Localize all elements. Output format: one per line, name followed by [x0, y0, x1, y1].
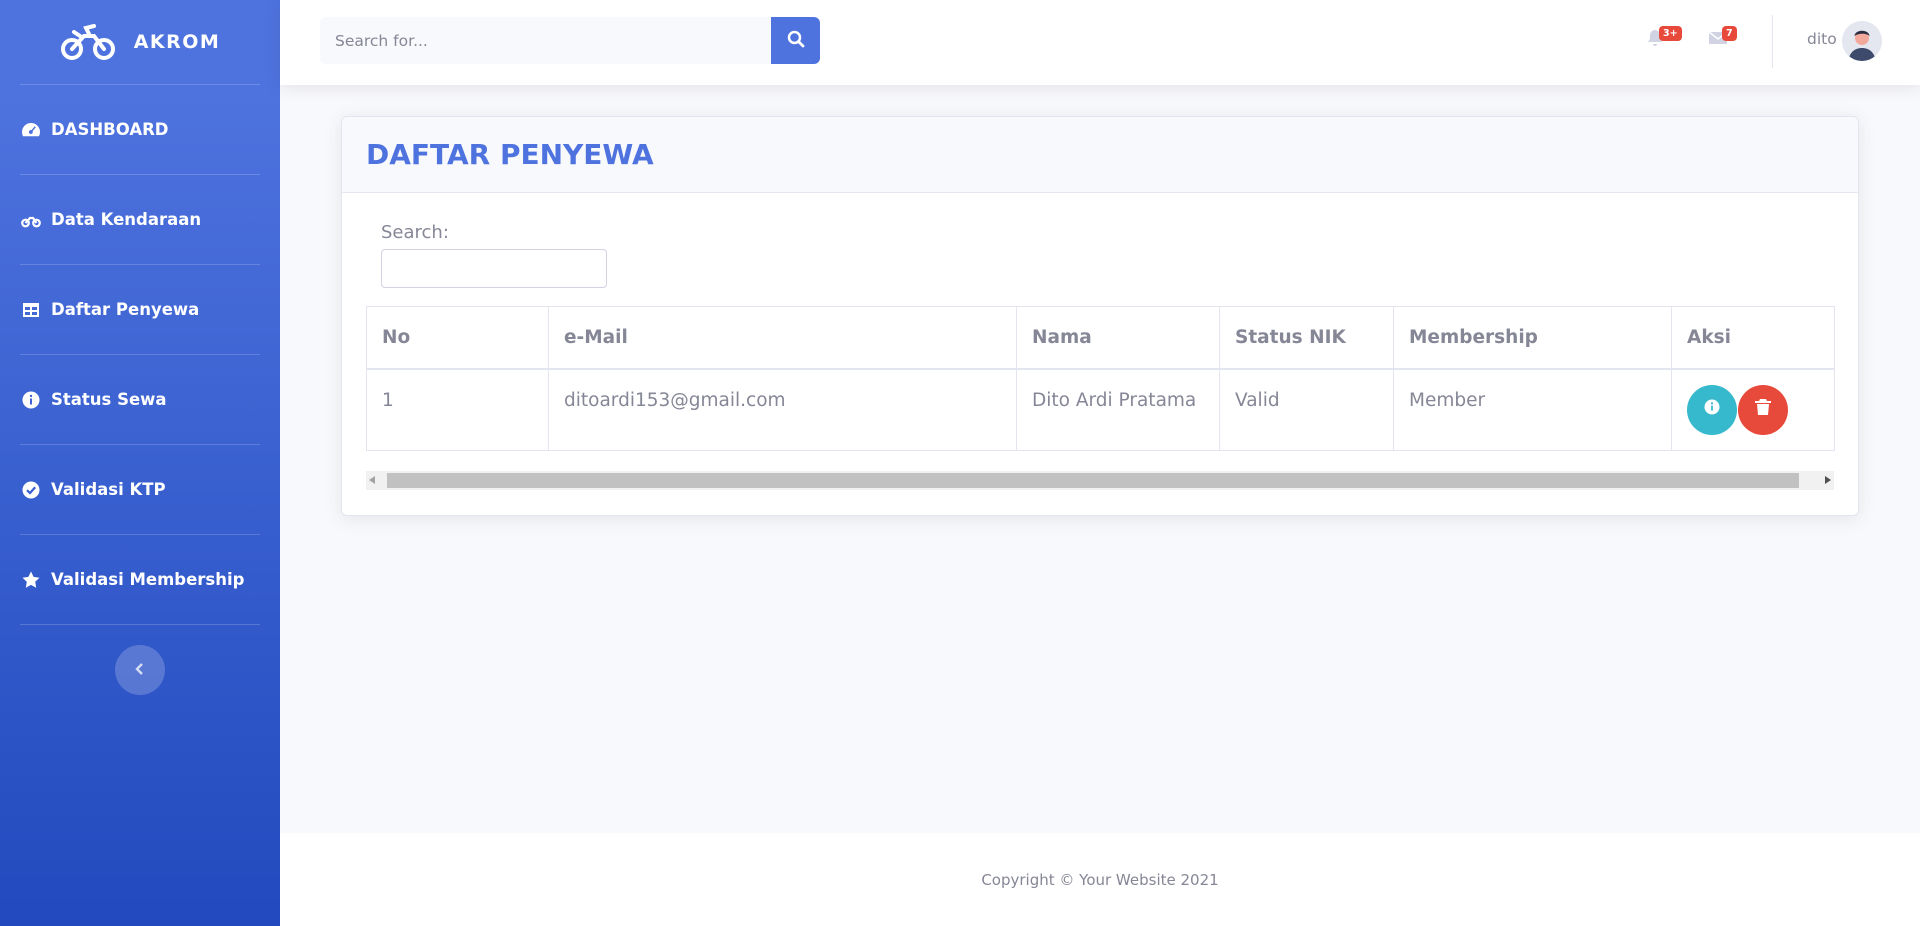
- card-header: DAFTAR PENYEWA: [342, 117, 1858, 193]
- column-header-status-nik[interactable]: Status NIK: [1219, 306, 1394, 370]
- brand-title: AKROM: [133, 31, 221, 53]
- sidebar-item-status-sewa[interactable]: Status Sewa: [0, 355, 280, 444]
- sidebar-item-label: Validasi Membership: [51, 570, 245, 589]
- avatar[interactable]: [1842, 21, 1882, 61]
- alerts-dropdown[interactable]: 3+: [1645, 26, 1682, 52]
- user-name[interactable]: dito: [1807, 30, 1837, 48]
- sidebar-item-daftar-penyewa[interactable]: Daftar Penyewa: [0, 265, 280, 354]
- sidebar-item-label: Data Kendaraan: [51, 210, 202, 229]
- column-header-aksi[interactable]: Aksi: [1671, 306, 1835, 370]
- detail-button[interactable]: [1687, 384, 1737, 435]
- penyewa-table: No e-Mail Nama Status NIK Membership Aks…: [366, 306, 1835, 451]
- scroll-left-arrow-icon[interactable]: [369, 476, 375, 484]
- table-row: 1 ditoardi153@gmail.com Dito Ardi Pratam…: [366, 368, 1835, 451]
- motorcycle-icon: [60, 22, 116, 62]
- messages-badge: 7: [1722, 26, 1737, 41]
- info-circle-icon: [20, 389, 41, 410]
- sidebar-item-label: Status Sewa: [51, 390, 167, 409]
- cell-membership: Member: [1393, 368, 1672, 451]
- penyewa-card: DAFTAR PENYEWA Search: No e-Mail Nama St…: [341, 116, 1859, 516]
- search-button[interactable]: [771, 17, 820, 64]
- page-title: DAFTAR PENYEWA: [366, 138, 654, 171]
- table-search-label: Search:: [381, 222, 449, 243]
- table-header-row: No e-Mail Nama Status NIK Membership Aks…: [366, 306, 1835, 370]
- chevron-left-icon: [133, 661, 147, 680]
- messages-dropdown[interactable]: 7: [1708, 26, 1737, 52]
- motorcycle-icon: [20, 209, 41, 230]
- cell-email: ditoardi153@gmail.com: [548, 368, 1017, 451]
- check-circle-icon: [20, 479, 41, 500]
- cell-status-nik: Valid: [1219, 368, 1394, 451]
- star-icon: [20, 569, 41, 590]
- cell-no: 1: [366, 368, 549, 451]
- search-icon: [787, 30, 805, 52]
- alerts-badge: 3+: [1659, 26, 1682, 41]
- table-search: Search:: [381, 222, 607, 288]
- sidebar: AKROM DASHBOARD Data Kendaraan Daftar Pe…: [0, 0, 280, 926]
- sidebar-item-label: DASHBOARD: [51, 120, 169, 139]
- sidebar-item-validasi-ktp[interactable]: Validasi KTP: [0, 445, 280, 534]
- sidebar-toggle-button[interactable]: [115, 645, 165, 695]
- topbar-search: [320, 17, 820, 64]
- topbar-divider: [1772, 15, 1773, 68]
- scrollbar-thumb[interactable]: [387, 473, 1799, 488]
- cell-nama: Dito Ardi Pratama: [1016, 368, 1220, 451]
- sidebar-item-label: Daftar Penyewa: [51, 300, 200, 319]
- column-header-no[interactable]: No: [366, 306, 549, 370]
- footer: Copyright © Your Website 2021: [280, 833, 1920, 926]
- scroll-right-arrow-icon[interactable]: [1825, 476, 1831, 484]
- column-header-nama[interactable]: Nama: [1016, 306, 1220, 370]
- tachometer-icon: [20, 119, 41, 140]
- info-circle-icon: [1702, 397, 1722, 422]
- footer-copyright: Copyright © Your Website 2021: [981, 870, 1219, 889]
- sidebar-item-data-kendaraan[interactable]: Data Kendaraan: [0, 175, 280, 264]
- column-header-email[interactable]: e-Mail: [548, 306, 1017, 370]
- table-search-input[interactable]: [381, 249, 607, 288]
- cell-aksi: [1671, 368, 1835, 451]
- column-header-membership[interactable]: Membership: [1393, 306, 1672, 370]
- horizontal-scrollbar[interactable]: [366, 471, 1834, 490]
- sidebar-item-validasi-membership[interactable]: Validasi Membership: [0, 535, 280, 624]
- sidebar-item-dashboard[interactable]: DASHBOARD: [0, 85, 280, 174]
- topbar: 3+ 7 dito: [280, 0, 1920, 85]
- table-icon: [20, 299, 41, 320]
- sidebar-brand[interactable]: AKROM: [0, 0, 280, 84]
- trash-icon: [1753, 397, 1773, 422]
- search-input[interactable]: [320, 17, 771, 64]
- sidebar-item-label: Validasi KTP: [51, 480, 166, 499]
- delete-button[interactable]: [1738, 384, 1788, 435]
